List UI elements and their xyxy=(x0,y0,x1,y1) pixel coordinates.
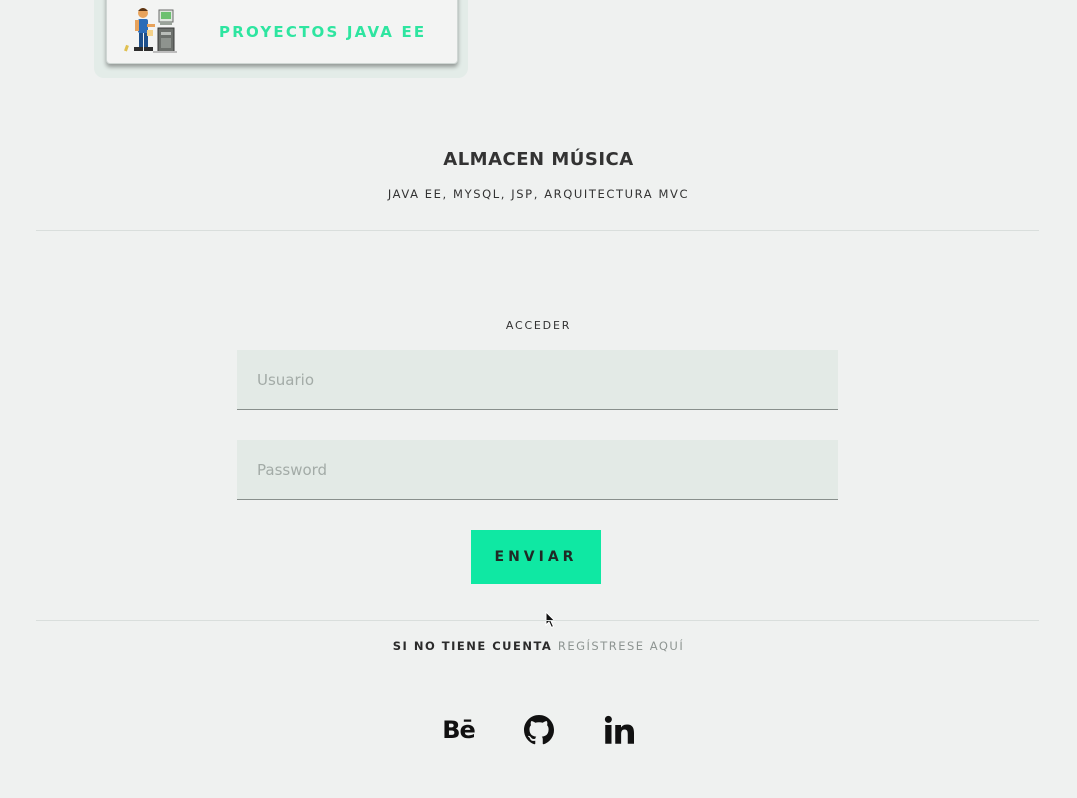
page-title: ALMACEN MÚSICA xyxy=(443,149,634,170)
username-input[interactable] xyxy=(237,350,838,410)
behance-icon[interactable]: Bē xyxy=(419,713,499,747)
project-card-container: PROYECTOS JAVA EE xyxy=(94,0,468,78)
project-card[interactable]: PROYECTOS JAVA EE xyxy=(106,0,458,64)
password-input[interactable] xyxy=(237,440,838,500)
submit-button[interactable]: ENVIAR xyxy=(471,530,601,584)
divider-top xyxy=(36,230,1039,231)
github-glyph-icon xyxy=(523,715,554,745)
login-heading: ACCEDER xyxy=(505,319,572,332)
github-icon[interactable] xyxy=(499,713,579,747)
developer-computer-logo-icon xyxy=(117,4,187,60)
social-links: Bē xyxy=(0,713,1077,747)
linkedin-glyph-icon xyxy=(604,715,634,744)
register-link[interactable]: REGÍSTRESE AQUÍ xyxy=(558,639,684,653)
register-prefix: SI NO TIENE CUENTA xyxy=(392,639,553,653)
linkedin-icon[interactable] xyxy=(579,713,659,747)
behance-label: Bē xyxy=(442,716,476,744)
page-subtitle: JAVA EE, MYSQL, JSP, ARQUITECTURA MVC xyxy=(387,187,690,201)
divider-bottom xyxy=(36,620,1039,621)
register-prompt: SI NO TIENE CUENTA REGÍSTRESE AQUÍ xyxy=(0,639,1077,653)
project-card-title: PROYECTOS JAVA EE xyxy=(219,23,427,41)
